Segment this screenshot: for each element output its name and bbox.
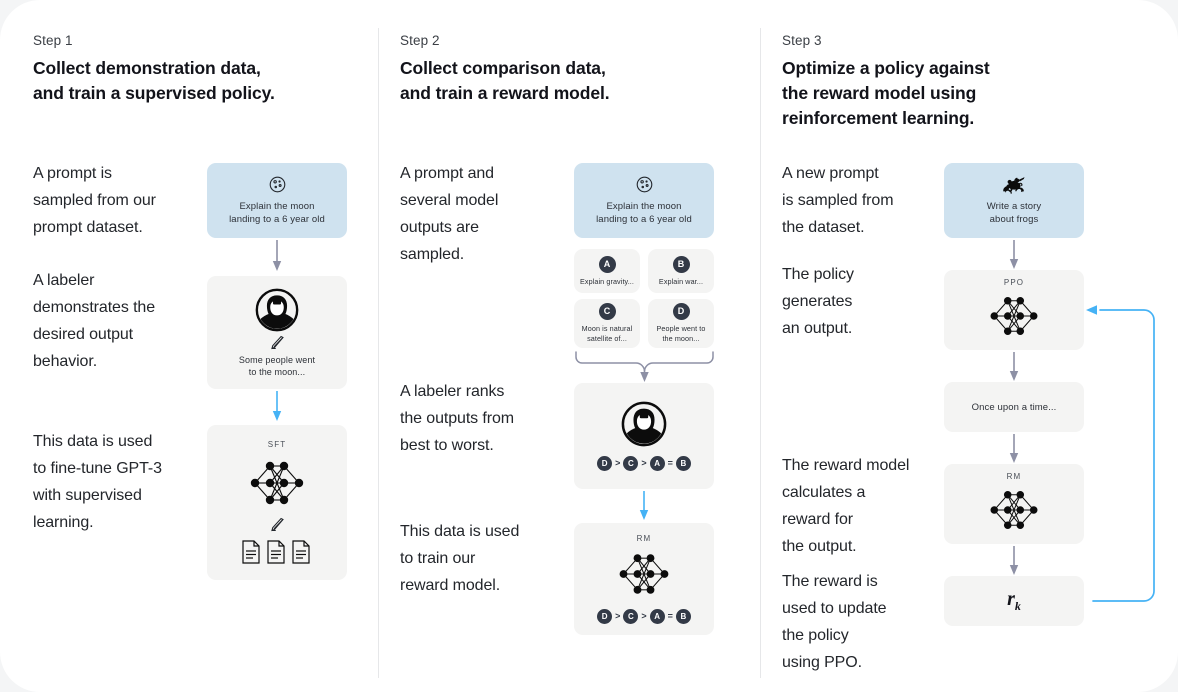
reward-symbol-r: r <box>1007 588 1015 610</box>
step-2-prompt-box[interactable]: Explain the moon landing to a 6 year old <box>574 163 714 238</box>
moon-icon <box>635 175 654 194</box>
step-1-labeler-box[interactable]: Some people went to the moon... <box>207 276 347 389</box>
option-caption: People went to the moon... <box>656 324 706 343</box>
step-3-arrow-2 <box>1008 352 1020 382</box>
step-1-title: Collect demonstration data, and train a … <box>33 58 275 103</box>
step-3-ppo-box[interactable]: PPO <box>944 270 1084 350</box>
reward-symbol: rk <box>1007 588 1021 614</box>
step-3-rm-tag: RM <box>1006 472 1022 481</box>
option-letter-badge: D <box>672 303 690 320</box>
step-1-label: Step 1 <box>33 33 73 48</box>
rank-badge: A <box>649 609 665 624</box>
step-2-output-b[interactable]: B Explain war... <box>648 249 714 293</box>
step-3-paragraph-3: The reward model calculates a reward for… <box>782 457 910 555</box>
step-2-output-a[interactable]: A Explain gravity... <box>574 249 640 293</box>
option-letter-badge: C <box>598 303 616 320</box>
pencil-icon <box>269 335 286 351</box>
step-1-sft-tag: SFT <box>267 440 287 449</box>
step-2-output-d[interactable]: D People went to the moon... <box>648 299 714 348</box>
option-letter-badge: B <box>672 255 690 273</box>
step-2-rm-ranking-row: D > C > A = B <box>597 609 691 624</box>
step-3-paragraph-1: A new prompt is sampled from the dataset… <box>782 165 894 236</box>
step-1-paragraph-3: This data is used to fine-tune GPT-3 wit… <box>33 433 162 531</box>
step-3-prompt-caption: Write a story about frogs <box>986 200 1042 225</box>
step-2-label: Step 2 <box>400 33 440 48</box>
step-1-arrow-2 <box>271 391 283 422</box>
step-2-prompt-caption: Explain the moon landing to a 6 year old <box>596 201 692 225</box>
step-3-rm-box[interactable]: RM <box>944 464 1084 544</box>
rank-operator: = <box>667 458 673 468</box>
step-1-arrow-1 <box>271 240 283 272</box>
rank-operator: > <box>615 611 621 621</box>
option-letter-badge: A <box>598 255 616 273</box>
option-caption: Explain gravity... <box>580 276 634 286</box>
step-3-output-caption: Once upon a time... <box>971 401 1057 413</box>
frog-icon <box>1002 176 1027 194</box>
step-3-output-box[interactable]: Once upon a time... <box>944 382 1084 432</box>
step-3-column: Step 3 Optimize a policy against the rew… <box>760 0 1178 692</box>
rank-operator: = <box>667 611 673 621</box>
step-2-merge-brace <box>574 350 715 383</box>
step-2-column: Step 2 Collect comparison data, and trai… <box>378 0 760 692</box>
rank-badge: D <box>597 456 613 471</box>
neural-network-icon <box>613 547 675 601</box>
step-2-title: Collect comparison data, and train a rew… <box>400 58 610 103</box>
labeler-avatar-icon <box>621 401 667 447</box>
option-caption: Moon is natural satellite of... <box>581 324 633 343</box>
step-3-title: Optimize a policy against the reward mod… <box>782 58 990 128</box>
documents-icon <box>241 539 313 565</box>
step-3-feedback-loop <box>1078 300 1168 612</box>
rank-operator: > <box>641 611 647 621</box>
rank-badge: C <box>623 456 639 471</box>
step-1-labeler-caption: Some people went to the moon... <box>238 354 316 377</box>
reward-symbol-k: k <box>1014 599 1021 613</box>
step-1-sft-box[interactable]: SFT <box>207 425 347 580</box>
step-2-rm-tag: RM <box>636 534 652 543</box>
pencil-icon <box>269 517 286 533</box>
neural-network-icon <box>984 290 1044 342</box>
step-1-paragraph-2: A labeler demonstrates the desired outpu… <box>33 272 156 370</box>
step-3-label: Step 3 <box>782 33 822 48</box>
step-3-paragraph-4: The reward is used to update the policy … <box>782 573 887 671</box>
step-2-arrow-blue <box>638 491 650 521</box>
step-2-rm-box[interactable]: RM D > C > A = B <box>574 523 714 635</box>
step-2-paragraph-3: This data is used to train our reward mo… <box>400 523 520 594</box>
step-2-ranking-row: D > C > A = B <box>597 456 691 471</box>
step-3-arrow-4 <box>1008 546 1020 576</box>
rank-operator: > <box>641 458 647 468</box>
rank-badge: A <box>649 456 665 471</box>
option-caption: Explain war... <box>658 276 704 286</box>
rank-operator: > <box>615 458 621 468</box>
step-1-paragraph-1: A prompt is sampled from our prompt data… <box>33 165 156 236</box>
step-2-ranking-box[interactable]: D > C > A = B <box>574 383 714 489</box>
rank-badge: B <box>675 609 691 624</box>
step-1-column: Step 1 Collect demonstration data, and t… <box>0 0 378 692</box>
step-3-reward-box[interactable]: rk <box>944 576 1084 626</box>
step-1-prompt-box[interactable]: Explain the moon landing to a 6 year old <box>207 163 347 238</box>
diagram-root: Step 1 Collect demonstration data, and t… <box>0 0 1178 692</box>
step-3-ppo-tag: PPO <box>1003 278 1025 287</box>
step-3-prompt-box[interactable]: Write a story about frogs <box>944 163 1084 238</box>
labeler-avatar-icon <box>255 288 299 332</box>
step-1-prompt-caption: Explain the moon landing to a 6 year old <box>229 201 325 225</box>
rank-badge: C <box>623 609 639 624</box>
moon-icon <box>268 175 287 194</box>
neural-network-icon <box>244 454 310 512</box>
rank-badge: D <box>597 609 613 624</box>
step-2-paragraph-1: A prompt and several model outputs are s… <box>400 165 499 263</box>
step-2-output-c[interactable]: C Moon is natural satellite of... <box>574 299 640 348</box>
step-3-arrow-1 <box>1008 240 1020 270</box>
neural-network-icon <box>984 484 1044 536</box>
rank-badge: B <box>675 456 691 471</box>
step-2-paragraph-2: A labeler ranks the outputs from best to… <box>400 383 515 454</box>
step-3-arrow-3 <box>1008 434 1020 464</box>
step-3-paragraph-2: The policy generates an output. <box>782 266 854 337</box>
